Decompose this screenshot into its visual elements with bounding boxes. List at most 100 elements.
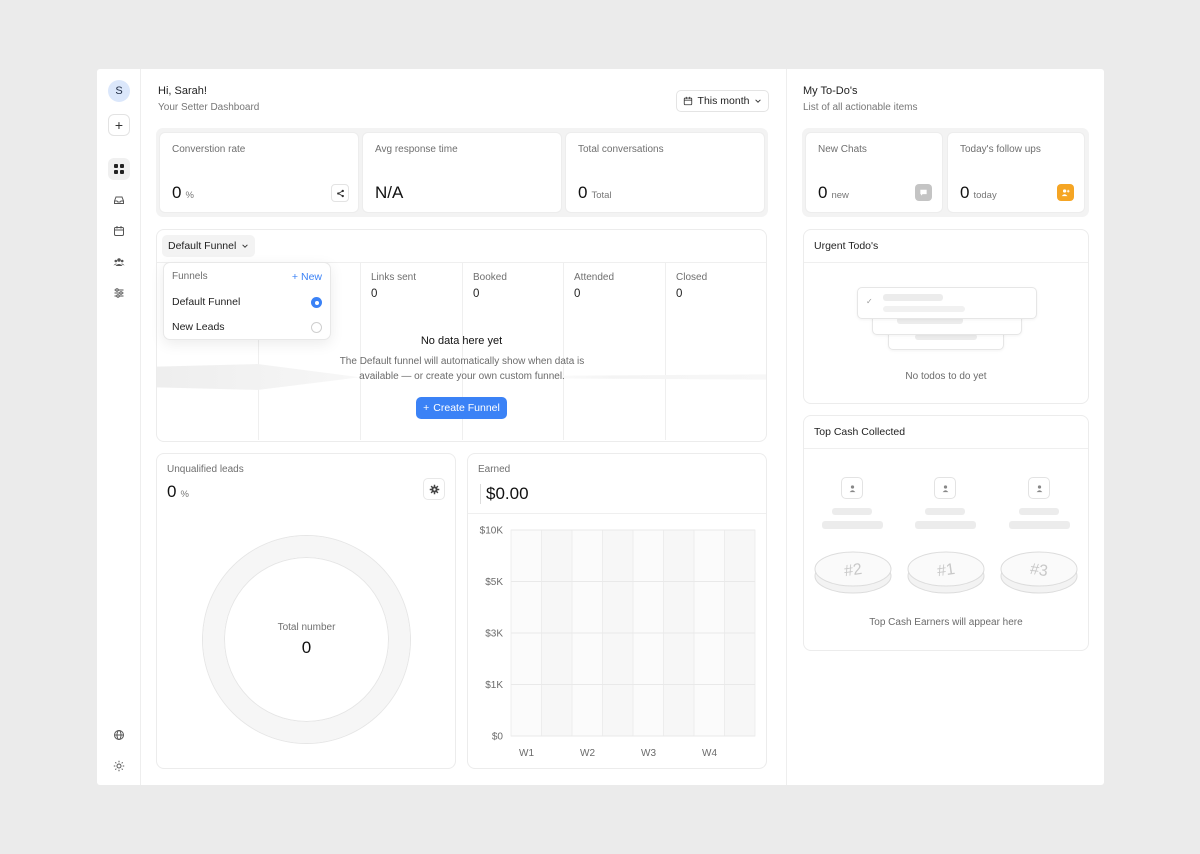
main-content: Hi, Sarah! Your Setter Dashboard This mo… <box>141 69 786 785</box>
funnel-column-value: 0 <box>574 288 581 300</box>
stat-label: Avg response time <box>375 144 458 155</box>
rank-label: #3 <box>1029 561 1049 580</box>
check-icon: ✓ <box>866 297 873 306</box>
funnel-column-label: Links sent <box>371 272 417 283</box>
urgent-todos-panel: Urgent Todo's ✓ No todos to do yet <box>803 229 1089 404</box>
section-divider <box>804 448 1088 449</box>
earned-panel: Earned $0.00 $0 $1K $3K $5K $10K W1 W2 W3 W4 <box>467 453 767 769</box>
top-cash-title: Top Cash Collected <box>814 426 906 438</box>
avatar[interactable]: S <box>108 80 130 102</box>
todo-sidebar: My To-Do's List of all actionable items … <box>786 69 1104 785</box>
theme-sun-icon[interactable] <box>108 755 130 777</box>
y-tick-label: $10K <box>480 526 504 537</box>
funnel-column-value: 0 <box>676 288 683 300</box>
section-divider <box>804 262 1088 263</box>
earned-chart: $0 $1K $3K $5K $10K W1 W2 W3 W4 <box>480 526 756 759</box>
inbox-icon[interactable] <box>108 189 130 211</box>
stat-number: N/A <box>375 183 404 202</box>
donut-center-label: Total number <box>277 622 336 633</box>
skeleton-line <box>1019 508 1059 515</box>
rank-label: #1 <box>936 561 956 580</box>
user-icon <box>841 477 863 499</box>
stats-group: Converstion rate 0% Avg response time N/… <box>156 128 768 217</box>
chat-bubble-icon <box>915 184 932 201</box>
funnel-select[interactable]: Default Funnel <box>162 235 256 257</box>
y-tick-label: $0 <box>492 732 504 743</box>
settings-button[interactable] <box>423 478 445 500</box>
chevron-down-icon <box>755 99 762 103</box>
new-funnel-button[interactable]: + New <box>292 271 322 283</box>
dropdown-item-label: New Leads <box>172 321 225 333</box>
todo-placeholder-card: ✓ <box>857 287 1037 319</box>
funnel-column-value: 0 <box>371 288 378 300</box>
stat-unit: % <box>185 190 194 201</box>
dropdown-item-default-funnel[interactable]: Default Funnel <box>172 296 240 308</box>
create-funnel-button[interactable]: + Create Funnel <box>416 397 507 419</box>
rank-coin-2: #2 <box>814 551 892 594</box>
unqualified-value: 0% <box>167 482 189 502</box>
rank-coin-1: #1 <box>907 551 985 594</box>
stat-avg-response: Avg response time N/A <box>362 132 562 213</box>
radio-default-funnel[interactable] <box>311 297 322 308</box>
team-icon[interactable] <box>108 251 130 273</box>
calendar-icon[interactable] <box>108 220 130 242</box>
followups-card[interactable]: Today's follow ups 0 today <box>947 132 1085 213</box>
stat-number: 0 <box>960 183 970 202</box>
user-icon <box>1028 477 1050 499</box>
earned-title: Earned <box>478 464 511 475</box>
urgent-todos-title: Urgent Todo's <box>814 240 879 252</box>
unqualified-number: 0 <box>167 482 177 501</box>
stat-label: New Chats <box>818 144 867 155</box>
share-icon <box>336 189 344 197</box>
dropdown-item-new-leads[interactable]: New Leads <box>172 321 225 333</box>
urgent-empty-note: No todos to do yet <box>905 371 987 382</box>
funnel-panel: Default Funnel Links sent 0 Booked 0 Att… <box>156 229 767 442</box>
chevron-down-icon <box>242 244 249 248</box>
skeleton-line <box>822 521 883 529</box>
stat-number: 0 <box>818 183 828 202</box>
funnel-select-label: Default Funnel <box>168 240 237 252</box>
earned-value: $0.00 <box>480 484 529 504</box>
create-funnel-label: Create Funnel <box>433 402 500 414</box>
user-add-icon <box>1057 184 1074 201</box>
stat-label: Converstion rate <box>172 144 246 155</box>
add-button[interactable]: + <box>108 114 130 136</box>
stat-label: Today's follow ups <box>960 144 1041 155</box>
stat-value: 0 today <box>960 183 997 203</box>
funnel-column-label: Booked <box>473 272 507 283</box>
new-chats-card[interactable]: New Chats 0 new <box>805 132 943 213</box>
rank-coin-3: #3 <box>1000 551 1078 594</box>
period-select[interactable]: This month <box>676 90 769 112</box>
stat-value: 0% <box>172 183 194 203</box>
radio-new-leads[interactable] <box>311 322 322 333</box>
unqualified-unit: % <box>180 489 189 500</box>
top-cash-panel: Top Cash Collected #2 #1 #3 Top Cash Ear… <box>803 415 1089 651</box>
new-funnel-label: New <box>300 271 322 283</box>
funnel-column-attended: Attended 0 <box>563 262 665 440</box>
todo-title: My To-Do's <box>803 85 858 97</box>
funnels-dropdown: Funnels + New Default Funnel New Leads <box>163 262 331 340</box>
stat-conversion-rate: Converstion rate 0% <box>159 132 359 213</box>
sidebar: S + <box>97 69 141 785</box>
dropdown-item-label: Default Funnel <box>172 296 241 308</box>
dashboard-grid-icon[interactable] <box>108 158 130 180</box>
page-subtitle: Your Setter Dashboard <box>158 102 260 113</box>
share-button[interactable] <box>331 184 349 202</box>
y-tick-label: $3K <box>485 629 503 640</box>
x-tick-label: W1 <box>519 748 534 759</box>
user-icon <box>934 477 956 499</box>
funnel-column-value: 0 <box>473 288 480 300</box>
rank-label: #2 <box>843 561 863 580</box>
settings-sliders-icon[interactable] <box>108 282 130 304</box>
unqualified-title: Unqualified leads <box>167 464 244 475</box>
y-tick-label: $1K <box>485 680 503 691</box>
globe-icon[interactable] <box>108 724 130 746</box>
plus-icon: + <box>291 271 301 283</box>
funnel-column-label: Closed <box>676 272 708 283</box>
greeting: Hi, Sarah! <box>158 85 207 97</box>
funnel-empty-description: The Default funnel will automatically sh… <box>339 356 585 382</box>
skeleton-line <box>915 521 976 529</box>
stat-unit: today <box>973 190 997 201</box>
calendar-icon <box>683 96 692 106</box>
x-tick-label: W2 <box>580 748 595 759</box>
